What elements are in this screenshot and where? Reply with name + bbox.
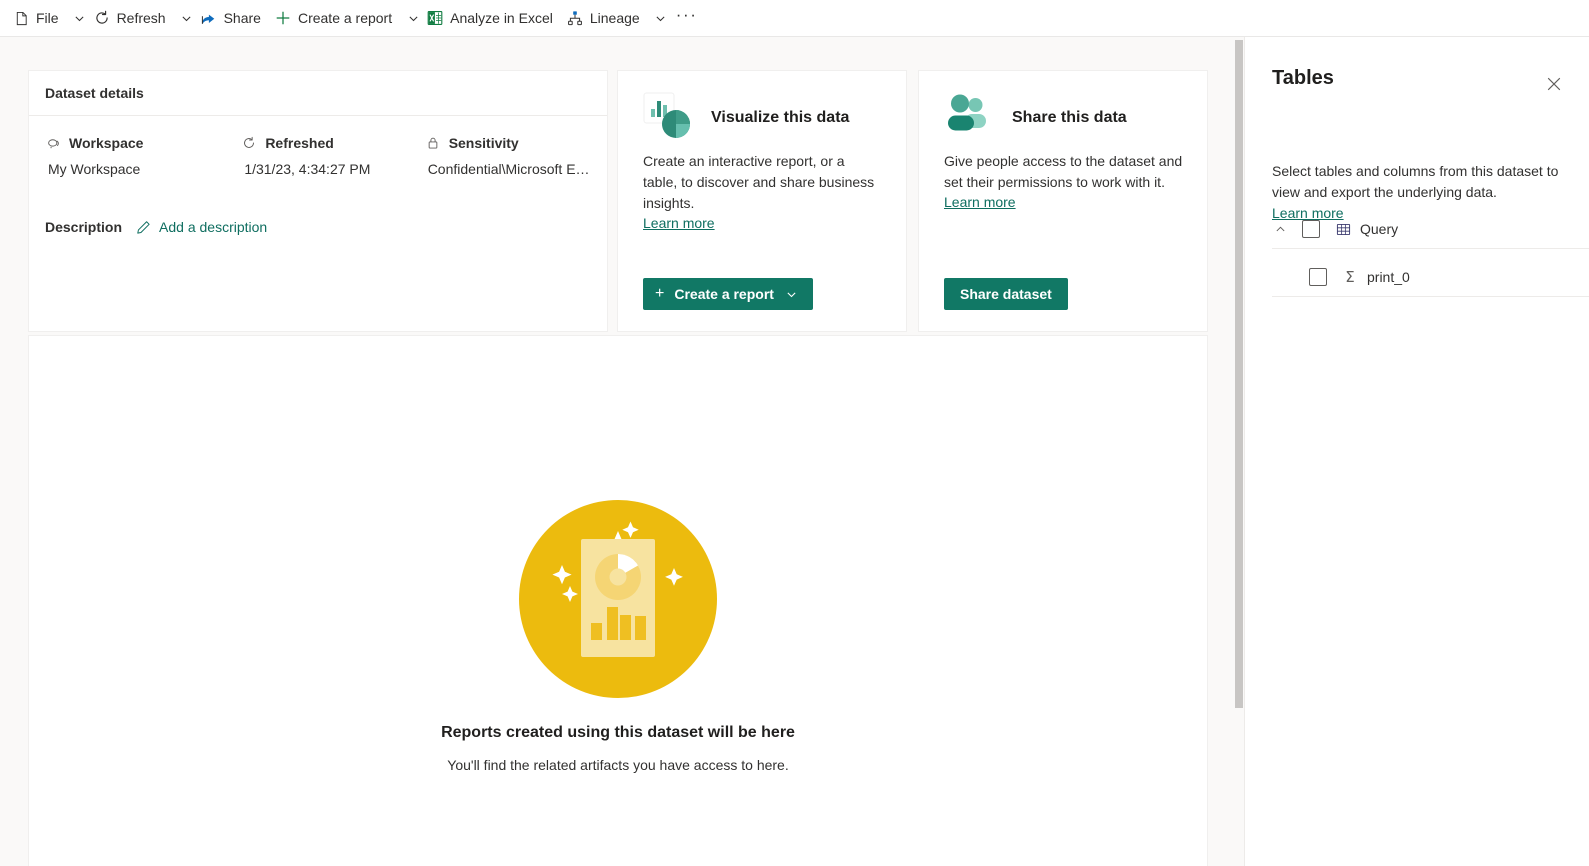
command-share[interactable]: Share <box>194 2 268 34</box>
tree-divider <box>1272 248 1589 249</box>
visualize-card-body: Create an interactive report, or a table… <box>643 153 875 211</box>
refresh-icon <box>241 135 257 151</box>
column-tree-label-print-0: print_0 <box>1367 269 1410 285</box>
command-refresh-chevron-down-icon[interactable] <box>180 11 194 25</box>
command-analyze-in-excel-label: Analyze in Excel <box>450 10 553 26</box>
command-create-a-report[interactable]: Create a report <box>268 2 399 34</box>
measure-icon: Σ <box>1345 267 1355 286</box>
command-share-label: Share <box>223 10 261 26</box>
share-card-body: Give people access to the dataset and se… <box>944 153 1183 190</box>
table-icon <box>1335 221 1351 237</box>
empty-state: Reports created using this dataset will … <box>29 500 1207 773</box>
chevron-down-icon <box>786 289 797 300</box>
metadata-workspace: Workspace My Workspace <box>29 117 225 177</box>
command-create-a-report-label: Create a report <box>297 10 393 26</box>
power-bi-dataset-page: File Refresh Share Create a report Analy… <box>0 0 1589 866</box>
metadata-sensitivity: Sensitivity Confidential\Microsoft E… <box>409 117 607 177</box>
command-refresh[interactable]: Refresh <box>87 2 173 34</box>
share-card-title: Share this data <box>1012 109 1127 126</box>
visualize-learn-more-link[interactable]: Learn more <box>643 215 715 231</box>
table-tree-row-print-0[interactable]: Σ print_0 <box>1245 257 1589 297</box>
metadata-sensitivity-label: Sensitivity <box>448 135 519 151</box>
visualize-chart-icon <box>643 92 691 145</box>
metadata-workspace-value: My Workspace <box>48 161 141 177</box>
visualize-this-data-card: Visualize this data Create an interactiv… <box>617 70 907 332</box>
table-tree-label-query: Query <box>1360 221 1399 237</box>
metadata-refreshed: Refreshed 1/31/23, 4:34:27 PM <box>225 117 408 177</box>
tables-panel: Tables Select tables and columns from th… <box>1245 37 1589 866</box>
dataset-metadata-row: Workspace My Workspace Refreshed 1/31/23… <box>29 117 607 177</box>
command-create-a-report-chevron-down-icon[interactable] <box>406 11 420 25</box>
create-a-report-button[interactable]: + Create a report <box>643 278 813 310</box>
main-content: Dataset details Workspace My Workspace R… <box>0 37 1208 866</box>
file-icon <box>13 10 29 26</box>
close-icon <box>1547 77 1561 91</box>
command-bar: File Refresh Share Create a report Analy… <box>0 0 1589 37</box>
share-learn-more-link[interactable]: Learn more <box>944 194 1016 210</box>
command-overflow-ellipsis-icon[interactable]: ··· <box>672 3 702 33</box>
command-file-label: File <box>36 10 59 26</box>
excel-icon <box>427 10 443 26</box>
tables-panel-description-text: Select tables and columns from this data… <box>1272 163 1559 200</box>
metadata-refreshed-value: 1/31/23, 4:34:27 PM <box>244 161 371 177</box>
dataset-details-title: Dataset details <box>45 85 144 101</box>
share-dataset-button[interactable]: Share dataset <box>944 278 1068 310</box>
refresh-icon <box>94 10 110 26</box>
command-file[interactable]: File <box>6 2 66 34</box>
metadata-workspace-label: Workspace <box>69 135 144 151</box>
column-checkbox-print-0[interactable] <box>1309 268 1327 286</box>
tree-divider <box>1272 296 1589 297</box>
share-icon <box>201 10 217 26</box>
command-lineage[interactable]: Lineage <box>560 2 647 34</box>
description-label: Description <box>45 219 123 235</box>
tables-panel-title: Tables <box>1272 67 1334 89</box>
empty-state-illustration <box>519 500 717 698</box>
empty-state-subtitle: You'll find the related artifacts you ha… <box>447 757 789 773</box>
table-tree-row-query[interactable]: Query <box>1245 209 1589 249</box>
people-icon <box>944 92 992 145</box>
command-lineage-label: Lineage <box>589 10 640 26</box>
command-refresh-label: Refresh <box>116 10 166 26</box>
dataset-details-card: Dataset details Workspace My Workspace R… <box>28 70 608 332</box>
edit-pencil-icon[interactable] <box>136 220 151 235</box>
share-this-data-card: Share this data Give people access to th… <box>918 70 1208 332</box>
share-dataset-button-label: Share dataset <box>960 286 1052 302</box>
visualize-card-header: Visualize this data <box>618 71 906 143</box>
share-card-header: Share this data <box>919 71 1207 143</box>
dataset-details-header: Dataset details <box>29 71 607 116</box>
main-content-scroll-region: Dataset details Workspace My Workspace R… <box>0 37 1245 866</box>
create-a-report-button-label: Create a report <box>674 286 774 302</box>
close-panel-button[interactable] <box>1540 70 1568 98</box>
add-a-description-link[interactable]: Add a description <box>159 219 267 235</box>
visualize-card-title: Visualize this data <box>711 109 850 126</box>
table-checkbox-query[interactable] <box>1302 220 1320 238</box>
plus-icon: + <box>655 285 665 302</box>
command-file-chevron-down-icon[interactable] <box>73 11 87 25</box>
lineage-icon <box>567 10 583 26</box>
empty-state-title: Reports created using this dataset will … <box>441 724 795 741</box>
metadata-sensitivity-value: Confidential\Microsoft E… <box>427 161 590 177</box>
reports-empty-state-card: Reports created using this dataset will … <box>28 335 1208 866</box>
chevron-up-icon[interactable] <box>1272 221 1288 237</box>
workspace-icon <box>45 135 61 151</box>
command-lineage-chevron-down-icon[interactable] <box>654 11 668 25</box>
description-row: Description Add a description <box>45 219 267 235</box>
lock-icon <box>425 135 441 151</box>
plus-icon <box>275 10 291 26</box>
vertical-scrollbar-thumb[interactable] <box>1235 40 1243 708</box>
metadata-refreshed-label: Refreshed <box>265 135 334 151</box>
command-analyze-in-excel[interactable]: Analyze in Excel <box>420 2 560 34</box>
